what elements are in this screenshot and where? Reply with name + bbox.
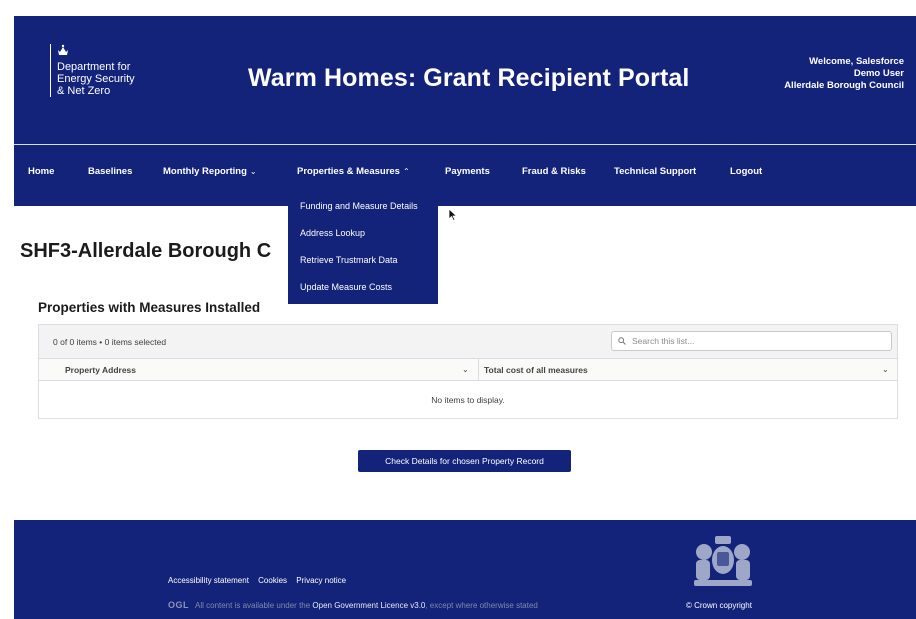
column-divider bbox=[478, 359, 479, 381]
check-details-button[interactable]: Check Details for chosen Property Record bbox=[358, 450, 571, 472]
department-logo[interactable]: Department for Energy Security & Net Zer… bbox=[50, 44, 135, 97]
nav-item-label: Properties & Measures bbox=[297, 166, 400, 177]
nav-item-baselines[interactable]: Baselines bbox=[88, 166, 132, 177]
footer-links: Accessibility statement Cookies Privacy … bbox=[168, 576, 353, 585]
nav-item-properties-measures[interactable]: Properties & Measures ⌃ bbox=[297, 166, 410, 177]
welcome-greeting: Welcome, Salesforce bbox=[809, 56, 904, 67]
main-nav: Home Baselines Monthly Reporting ⌄ Proper… bbox=[14, 166, 916, 186]
chevron-down-icon[interactable]: ⌄ bbox=[462, 365, 469, 374]
chevron-up-icon: ⌃ bbox=[402, 167, 410, 176]
menu-item-update-measure-costs[interactable]: Update Measure Costs bbox=[288, 278, 438, 305]
section-title: Properties with Measures Installed bbox=[38, 300, 261, 315]
portal-page: Department for Energy Security & Net Zer… bbox=[0, 0, 916, 619]
chevron-down-icon: ⌄ bbox=[249, 167, 257, 176]
nav-item-home[interactable]: Home bbox=[28, 166, 54, 177]
properties-measures-dropdown: Funding and Measure Details Address Look… bbox=[288, 193, 438, 304]
footer-link-accessibility[interactable]: Accessibility statement bbox=[168, 576, 249, 585]
header-divider bbox=[14, 144, 916, 145]
menu-item-address-lookup[interactable]: Address Lookup bbox=[288, 224, 438, 251]
nav-item-monthly-reporting[interactable]: Monthly Reporting ⌄ bbox=[163, 166, 257, 177]
footer-link-cookies[interactable]: Cookies bbox=[258, 576, 287, 585]
welcome-organisation: Allerdale Borough Council bbox=[784, 80, 904, 91]
licence-suffix: , except where otherwise stated bbox=[425, 601, 538, 610]
search-icon bbox=[618, 337, 626, 345]
welcome-user-name: Demo User bbox=[853, 68, 904, 79]
ogl-logo: OGL bbox=[168, 600, 189, 610]
site-title: Warm Homes: Grant Recipient Portal bbox=[248, 64, 690, 92]
licence-statement: OGL All content is available under the Op… bbox=[168, 600, 538, 610]
search-input[interactable]: Search this list... bbox=[611, 331, 892, 351]
item-count: 0 of 0 items • 0 items selected bbox=[53, 337, 167, 347]
licence-link[interactable]: Open Government Licence v3.0 bbox=[312, 601, 425, 610]
royal-crest-icon bbox=[57, 44, 135, 59]
department-name: Department for Energy Security & Net Zer… bbox=[57, 61, 135, 97]
column-header-row: Property Address ⌄ Total cost of all mea… bbox=[39, 359, 897, 381]
properties-list-view: 0 of 0 items • 0 items selected Search t… bbox=[38, 324, 898, 419]
nav-item-logout[interactable]: Logout bbox=[730, 166, 762, 177]
nav-item-fraud-risks[interactable]: Fraud & Risks bbox=[522, 166, 586, 177]
site-header: Department for Energy Security & Net Zer… bbox=[14, 16, 916, 206]
column-header-property-address[interactable]: Property Address bbox=[65, 365, 136, 375]
search-placeholder: Search this list... bbox=[632, 336, 695, 346]
page-title: SHF3-Allerdale Borough C bbox=[20, 240, 272, 262]
footer-link-privacy[interactable]: Privacy notice bbox=[296, 576, 346, 585]
menu-item-funding-measure-details[interactable]: Funding and Measure Details bbox=[288, 197, 438, 224]
empty-list-message: No items to display. bbox=[431, 395, 505, 405]
column-header-total-cost[interactable]: Total cost of all measures bbox=[484, 365, 588, 375]
site-footer: Accessibility statement Cookies Privacy … bbox=[14, 520, 916, 619]
nav-item-payments[interactable]: Payments bbox=[445, 166, 490, 177]
licence-prefix: All content is available under the bbox=[195, 601, 313, 610]
chevron-down-icon[interactable]: ⌄ bbox=[882, 365, 889, 374]
nav-item-technical-support[interactable]: Technical Support bbox=[614, 166, 696, 177]
crown-copyright[interactable]: © Crown copyright bbox=[686, 601, 752, 610]
nav-item-label: Monthly Reporting bbox=[163, 166, 247, 177]
royal-coat-of-arms-icon bbox=[694, 536, 752, 586]
mouse-cursor-icon bbox=[448, 208, 458, 222]
welcome-block: Welcome, Salesforce Demo User Allerdale … bbox=[784, 56, 904, 92]
menu-item-retrieve-trustmark-data[interactable]: Retrieve Trustmark Data bbox=[288, 251, 438, 278]
list-header: 0 of 0 items • 0 items selected Search t… bbox=[39, 325, 897, 359]
